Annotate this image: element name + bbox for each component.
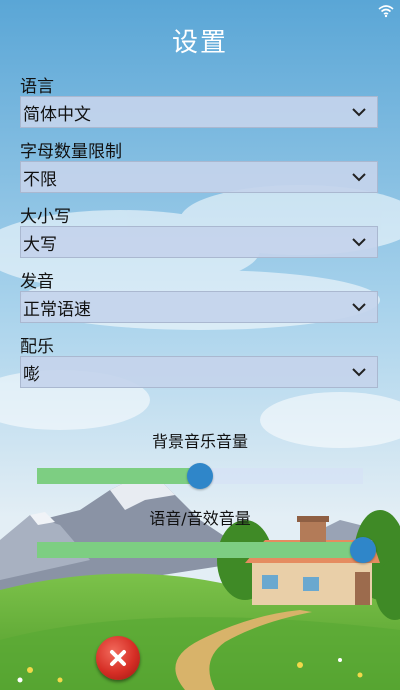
language-select[interactable]: 简体中文 (20, 96, 378, 128)
close-button[interactable] (96, 636, 140, 680)
slider-thumb[interactable] (187, 463, 213, 489)
chevron-down-icon (352, 368, 366, 377)
slider-thumb[interactable] (350, 537, 376, 563)
wifi-icon (378, 5, 394, 18)
effects-volume-slider[interactable] (37, 537, 376, 563)
soundtrack-select[interactable]: 嘭 (20, 356, 378, 388)
chevron-down-icon (352, 173, 366, 182)
close-icon (110, 650, 126, 666)
music-volume-slider[interactable] (37, 463, 363, 489)
music-volume-label: 背景音乐音量 (151, 432, 248, 451)
chevron-down-icon (352, 303, 366, 312)
page-title: 设置 (171, 28, 228, 58)
pronunciation-value: 正常语速 (23, 299, 91, 320)
letter-limit-value: 不限 (23, 169, 57, 190)
language-label: 语言 (20, 77, 54, 97)
pronunciation-select[interactable]: 正常语速 (20, 291, 378, 323)
pronunciation-label: 发音 (20, 272, 54, 292)
effects-volume-label: 语音/音效音量 (149, 509, 251, 528)
case-label: 大小写 (20, 207, 71, 227)
slider-fill (37, 542, 363, 558)
chevron-down-icon (352, 238, 366, 247)
language-value: 简体中文 (23, 104, 91, 125)
letter-limit-label: 字母数量限制 (20, 142, 122, 162)
case-value: 大写 (23, 234, 57, 255)
case-select[interactable]: 大写 (20, 226, 378, 258)
soundtrack-value: 嘭 (23, 364, 40, 385)
soundtrack-label: 配乐 (20, 337, 54, 357)
chevron-down-icon (352, 108, 366, 117)
slider-fill (37, 468, 200, 484)
letter-limit-select[interactable]: 不限 (20, 161, 378, 193)
